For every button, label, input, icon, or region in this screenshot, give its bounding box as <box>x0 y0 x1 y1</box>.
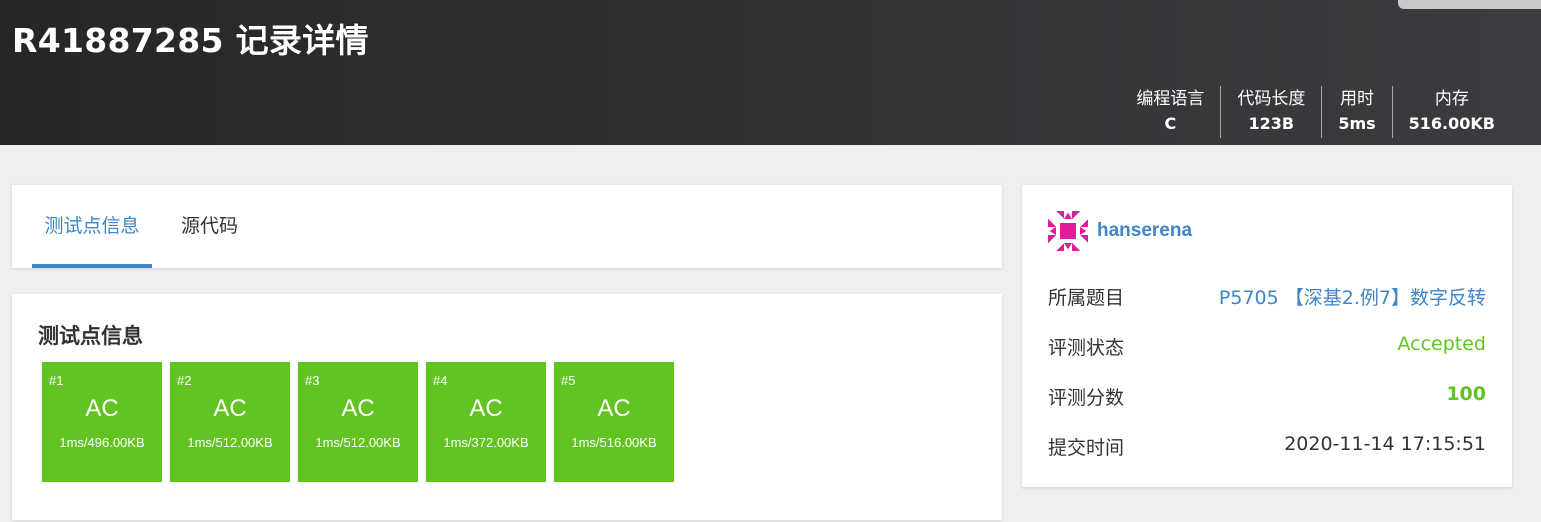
stat-value: C <box>1164 114 1177 133</box>
stat-label: 编程语言 <box>1136 89 1205 109</box>
page-title: R41887285 记录详情 <box>12 21 369 60</box>
submit-time-value: 2020-11-14 17:15:51 <box>1284 433 1486 455</box>
testcase-number: #4 <box>433 373 448 388</box>
testcase-detail: 1ms/512.00KB <box>315 435 401 450</box>
testcase-panel: 测试点信息 #1 AC 1ms/496.00KB #2 AC 1ms/512.0… <box>12 294 1002 520</box>
testcase-detail: 1ms/516.00KB <box>571 435 657 450</box>
testcase-detail: 1ms/372.00KB <box>443 435 529 450</box>
header-corner-tab[interactable] <box>1398 0 1541 9</box>
row-score: 评测分数 100 <box>1048 383 1486 411</box>
testcase-detail: 1ms/512.00KB <box>187 435 273 450</box>
username-link[interactable]: hanserena <box>1097 220 1192 242</box>
testcase-box[interactable]: #3 AC 1ms/512.00KB <box>298 362 418 482</box>
row-label: 评测状态 <box>1048 337 1125 359</box>
row-label: 提交时间 <box>1048 437 1125 459</box>
testcase-number: #2 <box>177 373 192 388</box>
testcase-number: #1 <box>49 373 64 388</box>
testcase-number: #5 <box>561 373 576 388</box>
score-value: 100 <box>1446 383 1486 405</box>
user-info[interactable]: hanserena <box>1048 211 1192 251</box>
testcase-status: AC <box>85 395 119 422</box>
stat-label: 内存 <box>1434 89 1469 109</box>
stat-value: 123B <box>1248 114 1295 133</box>
record-sidebar: hanserena 所属题目 P5705 【深基2.例7】数字反转 评测状态 A… <box>1022 185 1512 487</box>
problem-link[interactable]: P5705 【深基2.例7】数字反转 <box>1219 283 1486 311</box>
stat-time: 用时 5ms <box>1321 86 1391 138</box>
tabs-bar: 测试点信息 源代码 <box>12 185 1002 268</box>
testcase-list: #1 AC 1ms/496.00KB #2 AC 1ms/512.00KB #3… <box>42 362 682 482</box>
testcase-status: AC <box>469 395 503 422</box>
page-header: R41887285 记录详情 编程语言 C 代码长度 123B 用时 5ms 内… <box>0 0 1541 145</box>
row-label: 评测分数 <box>1048 387 1125 409</box>
stat-label: 代码长度 <box>1237 89 1306 109</box>
testcase-status: AC <box>597 395 631 422</box>
stat-value: 516.00KB <box>1408 114 1495 133</box>
section-title: 测试点信息 <box>38 324 143 348</box>
testcase-box[interactable]: #4 AC 1ms/372.00KB <box>426 362 546 482</box>
stat-label: 用时 <box>1339 89 1374 109</box>
stat-code-length: 代码长度 123B <box>1220 86 1321 138</box>
testcase-number: #3 <box>305 373 320 388</box>
testcase-box[interactable]: #1 AC 1ms/496.00KB <box>42 362 162 482</box>
testcase-box[interactable]: #5 AC 1ms/516.00KB <box>554 362 674 482</box>
testcase-box[interactable]: #2 AC 1ms/512.00KB <box>170 362 290 482</box>
testcase-status: AC <box>213 395 247 422</box>
record-stats: 编程语言 C 代码长度 123B 用时 5ms 内存 516.00KB <box>1120 86 1511 138</box>
testcase-detail: 1ms/496.00KB <box>59 435 145 450</box>
stat-value: 5ms <box>1338 114 1376 133</box>
row-label: 所属题目 <box>1048 287 1125 309</box>
testcase-status: AC <box>341 395 375 422</box>
tab-source-code[interactable]: 源代码 <box>181 185 238 268</box>
stat-language: 编程语言 C <box>1120 86 1220 138</box>
identicon-avatar-icon[interactable] <box>1048 211 1088 251</box>
row-problem: 所属题目 P5705 【深基2.例7】数字反转 <box>1048 283 1486 311</box>
judge-status-value: Accepted <box>1397 333 1486 355</box>
tab-testcase-info[interactable]: 测试点信息 <box>32 185 152 268</box>
stat-memory: 内存 516.00KB <box>1391 86 1511 138</box>
row-judge-status: 评测状态 Accepted <box>1048 333 1486 361</box>
row-submit-time: 提交时间 2020-11-14 17:15:51 <box>1048 433 1486 461</box>
